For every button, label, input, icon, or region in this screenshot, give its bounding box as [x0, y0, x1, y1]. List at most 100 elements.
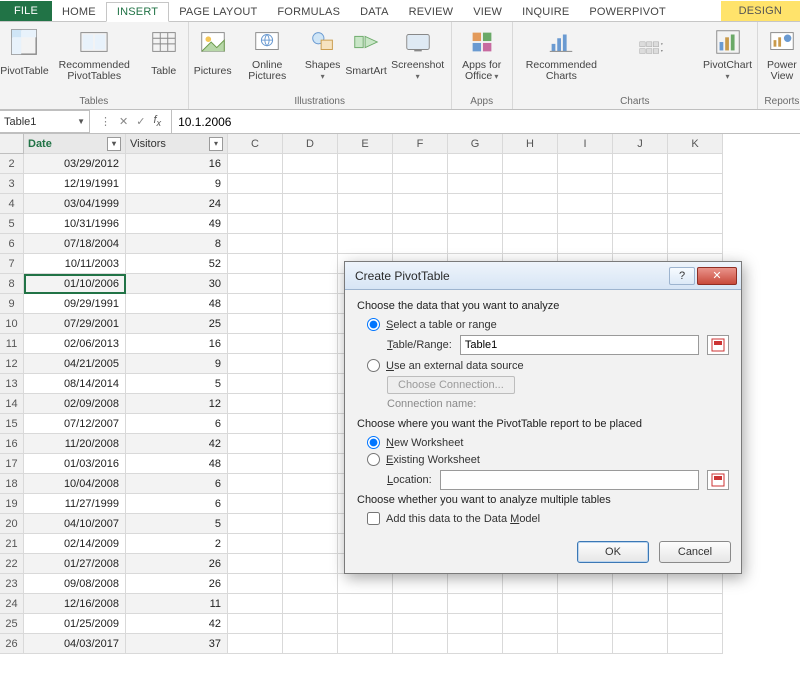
cell-visitors[interactable]: 24	[126, 194, 228, 214]
empty-cell[interactable]	[448, 594, 503, 614]
cell-date[interactable]: 09/08/2008	[24, 574, 126, 594]
empty-cell[interactable]	[283, 514, 338, 534]
empty-cell[interactable]	[558, 594, 613, 614]
row-header[interactable]: 7	[0, 254, 24, 274]
empty-cell[interactable]	[503, 194, 558, 214]
cell-visitors[interactable]: 8	[126, 234, 228, 254]
empty-cell[interactable]	[228, 174, 283, 194]
cell-visitors[interactable]: 5	[126, 374, 228, 394]
empty-cell[interactable]	[228, 494, 283, 514]
cell-visitors[interactable]: 52	[126, 254, 228, 274]
fx-insert-function-icon[interactable]: fx	[153, 114, 161, 128]
empty-cell[interactable]	[228, 554, 283, 574]
empty-cell[interactable]	[283, 314, 338, 334]
row-header[interactable]: 23	[0, 574, 24, 594]
row-header[interactable]: 13	[0, 374, 24, 394]
empty-cell[interactable]	[283, 214, 338, 234]
btn-recommended-charts[interactable]: Recommended Charts	[517, 24, 606, 84]
cell-date[interactable]: 02/14/2009	[24, 534, 126, 554]
cell-visitors[interactable]: 48	[126, 454, 228, 474]
dialog-titlebar[interactable]: Create PivotTable ? ✕	[345, 262, 741, 290]
cell-date[interactable]: 03/04/1999	[24, 194, 126, 214]
empty-cell[interactable]	[283, 614, 338, 634]
empty-cell[interactable]	[338, 574, 393, 594]
cell-visitors[interactable]: 37	[126, 634, 228, 654]
column-header[interactable]: J	[613, 134, 668, 154]
empty-cell[interactable]	[613, 214, 668, 234]
fx-enter-icon[interactable]: ✓	[136, 115, 145, 128]
empty-cell[interactable]	[228, 474, 283, 494]
cell-visitors[interactable]: 48	[126, 294, 228, 314]
empty-cell[interactable]	[283, 634, 338, 654]
row-header[interactable]: 8	[0, 274, 24, 294]
cell-visitors[interactable]: 42	[126, 614, 228, 634]
radio-new-worksheet[interactable]: New Worksheet	[367, 436, 729, 449]
btn-table[interactable]: Table	[144, 24, 184, 84]
empty-cell[interactable]	[283, 394, 338, 414]
cell-visitors[interactable]: 6	[126, 474, 228, 494]
ok-button[interactable]: OK	[577, 541, 649, 563]
formula-bar-input[interactable]	[172, 110, 800, 133]
btn-shapes[interactable]: Shapes	[302, 24, 344, 84]
empty-cell[interactable]	[613, 234, 668, 254]
cell-date[interactable]: 02/09/2008	[24, 394, 126, 414]
empty-cell[interactable]	[668, 174, 723, 194]
column-header[interactable]: I	[558, 134, 613, 154]
empty-cell[interactable]	[338, 614, 393, 634]
btn-online-pictures[interactable]: Online Pictures	[235, 24, 300, 84]
tab-inquire[interactable]: INQUIRE	[512, 3, 579, 21]
column-header[interactable]: G	[448, 134, 503, 154]
cell-visitors[interactable]: 9	[126, 354, 228, 374]
tab-review[interactable]: REVIEW	[399, 3, 464, 21]
empty-cell[interactable]	[283, 194, 338, 214]
empty-cell[interactable]	[613, 174, 668, 194]
tab-data[interactable]: DATA	[350, 3, 399, 21]
radio-external-source-input[interactable]	[367, 359, 380, 372]
cell-visitors[interactable]: 5	[126, 514, 228, 534]
column-header[interactable]: E	[338, 134, 393, 154]
cell-date[interactable]: 07/29/2001	[24, 314, 126, 334]
empty-cell[interactable]	[393, 174, 448, 194]
row-header[interactable]: 12	[0, 354, 24, 374]
empty-cell[interactable]	[283, 574, 338, 594]
empty-cell[interactable]	[283, 354, 338, 374]
cell-date[interactable]: 10/04/2008	[24, 474, 126, 494]
row-header[interactable]: 14	[0, 394, 24, 414]
empty-cell[interactable]	[613, 614, 668, 634]
empty-cell[interactable]	[558, 194, 613, 214]
empty-cell[interactable]	[503, 154, 558, 174]
btn-pivotchart[interactable]: PivotChart	[702, 24, 753, 84]
empty-cell[interactable]	[668, 154, 723, 174]
tab-home[interactable]: HOME	[52, 3, 106, 21]
radio-select-range-input[interactable]	[367, 318, 380, 331]
cell-date[interactable]: 04/21/2005	[24, 354, 126, 374]
row-header[interactable]: 10	[0, 314, 24, 334]
chart-type-gallery[interactable]	[608, 24, 700, 84]
empty-cell[interactable]	[283, 434, 338, 454]
name-box[interactable]: Table1 ▼	[0, 110, 90, 133]
empty-cell[interactable]	[338, 214, 393, 234]
cell-visitors[interactable]: 2	[126, 534, 228, 554]
empty-cell[interactable]	[283, 274, 338, 294]
empty-cell[interactable]	[338, 174, 393, 194]
empty-cell[interactable]	[228, 194, 283, 214]
btn-pictures[interactable]: Pictures	[193, 24, 233, 84]
empty-cell[interactable]	[613, 634, 668, 654]
cell-visitors[interactable]: 30	[126, 274, 228, 294]
cell-visitors[interactable]: 16	[126, 154, 228, 174]
empty-cell[interactable]	[338, 194, 393, 214]
cell-date[interactable]: 01/27/2008	[24, 554, 126, 574]
empty-cell[interactable]	[283, 414, 338, 434]
cell-date[interactable]: 04/10/2007	[24, 514, 126, 534]
empty-cell[interactable]	[668, 594, 723, 614]
empty-cell[interactable]	[283, 154, 338, 174]
cell-visitors[interactable]: 12	[126, 394, 228, 414]
cell-visitors[interactable]: 26	[126, 574, 228, 594]
cell-visitors[interactable]: 16	[126, 334, 228, 354]
cell-date[interactable]: 10/11/2003	[24, 254, 126, 274]
empty-cell[interactable]	[503, 174, 558, 194]
row-header[interactable]: 18	[0, 474, 24, 494]
column-header[interactable]: D	[283, 134, 338, 154]
empty-cell[interactable]	[448, 174, 503, 194]
table-header-visitors[interactable]: Visitors▾	[126, 134, 228, 154]
